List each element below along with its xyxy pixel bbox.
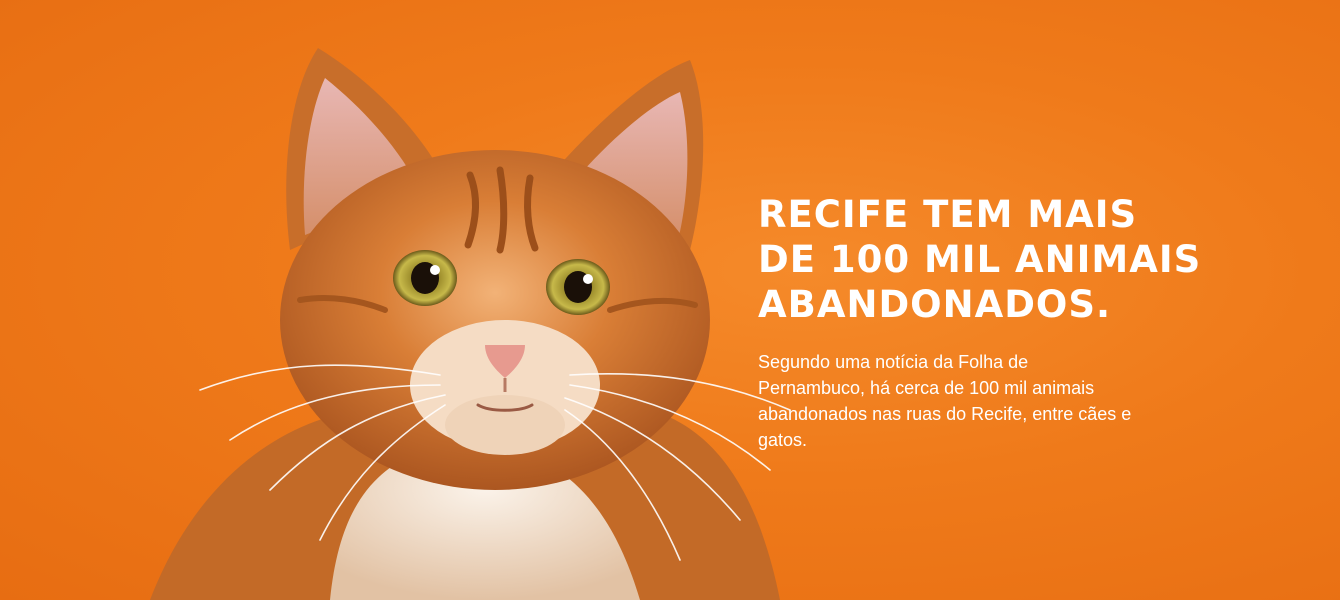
headline-line: ABANDONADOS. [758, 283, 1112, 326]
headline-line: RECIFE TEM MAIS [758, 193, 1138, 236]
headline-line: DE 100 MIL ANIMAIS [758, 238, 1202, 281]
hero-banner: RECIFE TEM MAIS DE 100 MIL ANIMAIS ABAND… [0, 0, 1340, 600]
hero-description: Segundo uma notícia da Folha de Pernambu… [758, 352, 1132, 450]
hero-copy: RECIFE TEM MAIS DE 100 MIL ANIMAIS ABAND… [758, 192, 1278, 453]
hero-headline: RECIFE TEM MAIS DE 100 MIL ANIMAIS ABAND… [758, 192, 1278, 327]
